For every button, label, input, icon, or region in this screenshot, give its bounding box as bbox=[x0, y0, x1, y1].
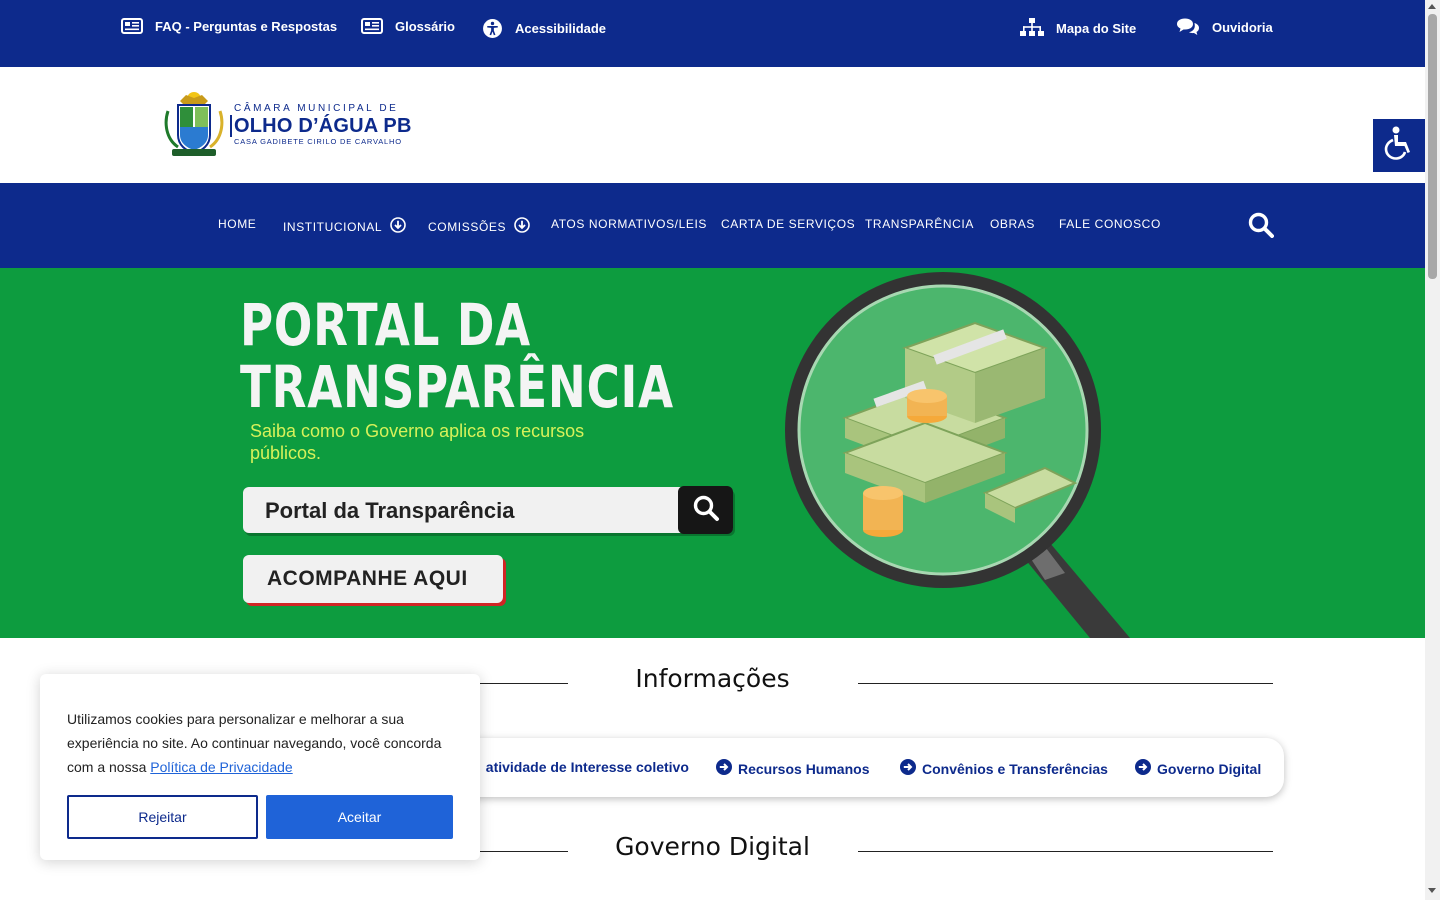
page-scrollbar[interactable] bbox=[1425, 0, 1440, 900]
nav-item-label: COMISSÕES bbox=[428, 219, 507, 234]
nav-item-label: TRANSPARÊNCIA bbox=[865, 217, 974, 231]
hero-search-text: Portal da Transparência bbox=[265, 498, 515, 523]
brand-wordmark[interactable]: CÂMARA MUNICIPAL DE OLHO D’ÁGUA PB CASA … bbox=[230, 103, 412, 147]
comments-icon bbox=[1176, 18, 1200, 37]
hero-title-line-1: PORTAL DA bbox=[240, 291, 531, 359]
glossario-link-label: Glossário bbox=[395, 18, 455, 34]
brand-line-2: OLHO D’ÁGUA PB bbox=[230, 115, 412, 137]
info-tab-strip: e atividade de Interesse coletivo Recurs… bbox=[434, 738, 1284, 797]
faq-link-label: FAQ - Perguntas e Respostas bbox=[155, 18, 338, 34]
scroll-down-arrow[interactable] bbox=[1428, 888, 1436, 893]
magnifier-money-illustration bbox=[775, 268, 1175, 638]
hero-search-box[interactable]: Portal da Transparência bbox=[243, 486, 733, 534]
nav-item-transparencia[interactable]: TRANSPARÊNCIA bbox=[865, 217, 974, 231]
nav-item-institucional[interactable]: INSTITUCIONAL bbox=[283, 217, 406, 236]
acessibilidade-link-label: Acessibilidade bbox=[515, 21, 607, 36]
accept-button[interactable]: Aceitar bbox=[266, 795, 453, 839]
crest-logo[interactable] bbox=[158, 89, 230, 161]
header-logo-band: CÂMARA MUNICIPAL DE OLHO D’ÁGUA PB CASA … bbox=[0, 67, 1425, 183]
privacy-policy-link[interactable]: Política de Privacidade bbox=[150, 759, 292, 775]
glossario-link[interactable]: Glossário bbox=[361, 18, 455, 34]
mapa-do-site-link-label: Mapa do Site bbox=[1056, 20, 1137, 36]
faq-link[interactable]: FAQ - Perguntas e Respostas bbox=[121, 18, 337, 34]
nav-item-atos-normativos[interactable]: ATOS NORMATIVOS/LEIS bbox=[551, 217, 707, 231]
hero-cta-label: ACOMPANHE AQUI bbox=[267, 567, 468, 590]
accessibility-icon bbox=[482, 18, 503, 39]
brand-line-1: CÂMARA MUNICIPAL DE bbox=[234, 103, 399, 114]
hero-search-button[interactable] bbox=[678, 486, 733, 534]
info-tab-recursos-humanos[interactable]: Recursos Humanos bbox=[716, 759, 869, 778]
info-tab-label: atividade de Interesse coletivo bbox=[485, 759, 689, 775]
nav-item-label: HOME bbox=[218, 217, 257, 231]
hero-title-line-2: TRANSPARÊNCIA bbox=[240, 353, 674, 421]
info-tab-atividade-interesse-coletivo[interactable]: e atividade de Interesse coletivo bbox=[472, 759, 689, 775]
divider-right bbox=[858, 851, 1273, 852]
nav-item-label: INSTITUCIONAL bbox=[283, 219, 383, 234]
reject-button[interactable]: Rejeitar bbox=[67, 795, 258, 839]
top-utility-bar: FAQ - Perguntas e Respostas Glossário Ac… bbox=[0, 0, 1425, 67]
newspaper-icon bbox=[361, 18, 383, 34]
circle-arrow-down-icon bbox=[514, 217, 530, 236]
search-icon bbox=[692, 494, 720, 527]
nav-item-obras[interactable]: OBRAS bbox=[990, 217, 1035, 231]
circle-arrow-right-icon bbox=[900, 759, 916, 778]
nav-item-label: CARTA DE SERVIÇOS bbox=[721, 217, 856, 231]
hero-subtitle: Saiba como o Governo aplica os recursos … bbox=[250, 421, 585, 463]
hero-banner[interactable]: PORTAL DA TRANSPARÊNCIA Saiba como o Gov… bbox=[0, 268, 1425, 638]
info-tab-convenios-transferencias[interactable]: Convênios e Transferências bbox=[900, 759, 1108, 778]
ouvidoria-link-label: Ouvidoria bbox=[1212, 20, 1273, 35]
nav-item-fale-conosco[interactable]: FALE CONOSCO bbox=[1059, 217, 1161, 231]
scroll-up-arrow[interactable] bbox=[1428, 4, 1436, 9]
info-tab-label: Convênios e Transferências bbox=[922, 760, 1108, 777]
hero-cta-button[interactable]: ACOMPANHE AQUI bbox=[243, 555, 503, 603]
cookie-consent-banner: Utilizamos cookies para personalizar e m… bbox=[40, 674, 480, 860]
accessibility-toolbar-button[interactable] bbox=[1373, 119, 1425, 172]
search-button[interactable] bbox=[1248, 212, 1274, 243]
acessibilidade-link[interactable]: Acessibilidade bbox=[482, 18, 606, 39]
circle-arrow-right-icon bbox=[1135, 759, 1151, 778]
main-nav: HOME INSTITUCIONAL COMISSÕES ATOS NORMAT… bbox=[0, 183, 1425, 268]
circle-arrow-right-icon bbox=[716, 759, 732, 778]
wheelchair-icon bbox=[1383, 126, 1415, 165]
cookie-message-block: Utilizamos cookies para personalizar e m… bbox=[67, 707, 457, 779]
nav-item-comissoes[interactable]: COMISSÕES bbox=[428, 217, 530, 236]
nav-item-carta-de-servicos[interactable]: CARTA DE SERVIÇOS bbox=[721, 217, 855, 231]
info-tab-label: Recursos Humanos bbox=[738, 760, 870, 777]
nav-item-label: ATOS NORMATIVOS/LEIS bbox=[551, 217, 708, 231]
mapa-do-site-link[interactable]: Mapa do Site bbox=[1020, 18, 1136, 38]
info-tab-governo-digital[interactable]: Governo Digital bbox=[1135, 759, 1261, 778]
sitemap-icon bbox=[1020, 18, 1044, 38]
circle-arrow-down-icon bbox=[390, 217, 406, 236]
nav-item-home[interactable]: HOME bbox=[218, 217, 256, 231]
nav-item-label: OBRAS bbox=[990, 217, 1036, 231]
search-icon bbox=[1248, 212, 1274, 242]
ouvidoria-link[interactable]: Ouvidoria bbox=[1176, 18, 1273, 37]
brand-line-3: CASA GADIBETE CIRILO DE CARVALHO bbox=[234, 137, 402, 146]
newspaper-icon bbox=[121, 18, 143, 34]
info-tab-label: Governo Digital bbox=[1157, 760, 1262, 777]
nav-item-label: FALE CONOSCO bbox=[1059, 217, 1161, 231]
scrollbar-thumb[interactable] bbox=[1428, 14, 1437, 279]
divider-right bbox=[858, 683, 1273, 684]
